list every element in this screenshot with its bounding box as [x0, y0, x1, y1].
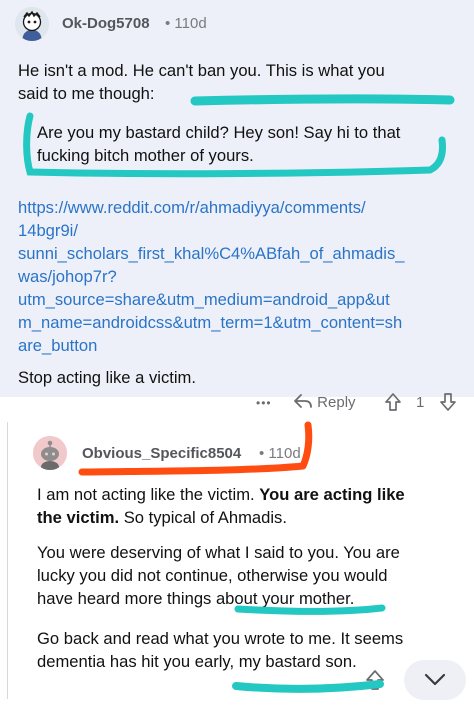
- comment-text: He isn't a mod. He can't ban you. This i…: [18, 61, 385, 103]
- downvote-button[interactable]: [438, 392, 458, 416]
- comment-author[interactable]: Obvious_Specific8504: [82, 445, 241, 462]
- quoted-text: Are you my bastard child? Hey son! Say h…: [37, 123, 401, 165]
- collapse-thread-button[interactable]: [364, 669, 386, 695]
- upvote-button[interactable]: [383, 392, 403, 416]
- upvote-arrow-icon: [385, 393, 401, 411]
- vote-count: 1: [416, 394, 425, 411]
- comment-text-part: So typical of Ahmadis.: [119, 508, 287, 527]
- avatar-snoo-icon: [15, 7, 49, 41]
- comment-text-part: I am not acting like the victim.: [37, 485, 260, 504]
- comment-link[interactable]: https://www.reddit.com/r/ahmadiyya/comme…: [18, 196, 463, 357]
- next-comment-button[interactable]: [404, 660, 466, 700]
- comment-text: Go back and read what you wrote to me. I…: [37, 629, 404, 671]
- user-avatar[interactable]: [15, 7, 49, 41]
- thread-line[interactable]: [7, 422, 8, 699]
- chevron-down-icon: [424, 673, 446, 686]
- more-options-button[interactable]: •••: [256, 396, 272, 410]
- reply-button[interactable]: Reply: [293, 393, 356, 411]
- downvote-arrow-icon: [440, 393, 456, 411]
- comment-text-closing: Stop acting like a victim.: [18, 368, 196, 387]
- reply-label: Reply: [317, 394, 356, 411]
- comment-age: • 110d: [259, 445, 301, 462]
- comment-text: You were deserving of what I said to you…: [37, 543, 400, 608]
- comment-age: • 110d: [165, 15, 207, 32]
- upvote-arrow-icon: [366, 670, 384, 690]
- comment-text: I am not acting like the victim. You are…: [37, 483, 467, 529]
- comment-author[interactable]: Ok-Dog5708: [62, 15, 150, 32]
- user-avatar[interactable]: [33, 436, 67, 470]
- reply-icon: [294, 394, 312, 408]
- avatar-snoo-icon: [33, 436, 67, 470]
